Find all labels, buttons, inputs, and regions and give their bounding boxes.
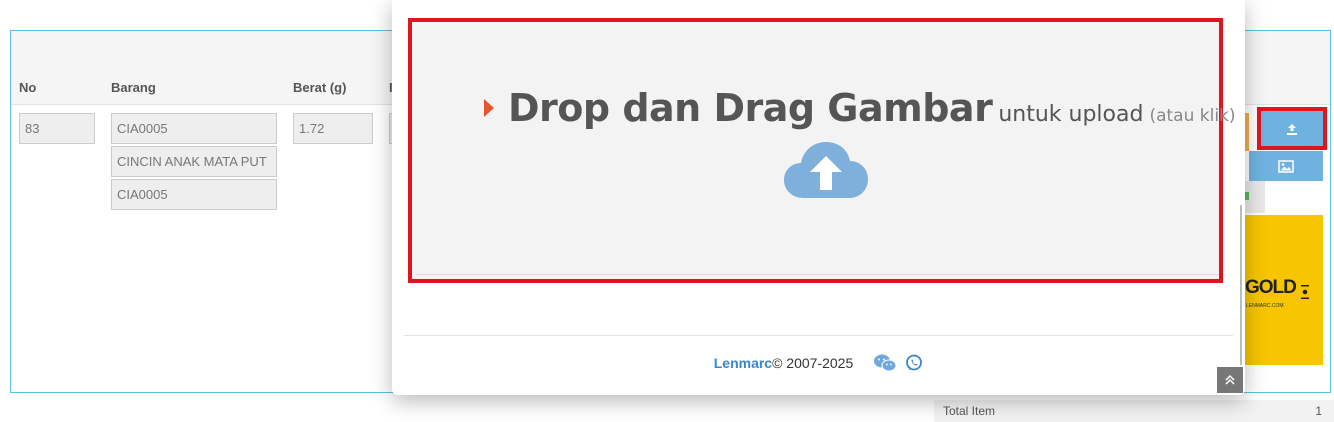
product-thumbnail[interactable]: GOLD LENMARC.COM [1245,215,1323,365]
column-header-barang: Barang [111,80,156,95]
total-item-value: 1 [1315,404,1322,418]
double-chevron-up-icon [1225,375,1235,385]
footer-divider [404,335,1233,336]
modal-scrollbar[interactable] [1240,205,1242,365]
barang-code-field[interactable]: CIA0005 [111,113,277,144]
total-item-label: Total Item [943,404,996,418]
image-button[interactable] [1249,151,1323,181]
barang-code-secondary-field[interactable]: CIA0005 [111,179,277,210]
column-header-berat: Berat (g) [293,80,347,95]
thumbnail-sub: LENMARC.COM [1246,303,1284,309]
thumbnail-menu-icon[interactable] [1301,285,1309,299]
barang-name-field[interactable]: CINCIN ANAK MATA PUT [111,146,277,177]
upload-button[interactable] [1257,107,1327,150]
dropzone-area[interactable]: Drop dan Drag Gambar untuk upload (atau … [416,22,1236,275]
whatsapp-icon[interactable] [905,354,923,372]
dropzone-message: Drop dan Drag Gambar untuk upload (atau … [484,86,1236,130]
brand-link[interactable]: Lenmarc [714,355,772,371]
action-strip [1245,113,1249,151]
footer: Lenmarc © 2007-2025 [392,354,1245,372]
dropzone-hint: (atau klik) [1149,106,1236,126]
column-header-no: No [19,80,37,95]
cloud-upload-icon [784,142,868,198]
scroll-to-top-button[interactable] [1217,367,1243,393]
copyright-text: © 2007-2025 [772,355,854,371]
dropzone-title: Drop dan Drag Gambar [508,86,993,130]
image-icon [1278,159,1294,173]
upload-icon [1287,123,1297,135]
caret-right-icon [484,99,494,117]
upload-modal: Drop dan Drag Gambar untuk upload (atau … [392,0,1245,395]
wechat-icon[interactable] [873,354,897,372]
berat-field[interactable]: 1.72 [293,113,373,144]
row-no-field[interactable]: 83 [19,113,95,144]
total-item-row: Total Item 1 [934,400,1334,422]
contact-icons [873,354,923,372]
image-dropzone[interactable]: Drop dan Drag Gambar untuk upload (atau … [408,18,1236,283]
dropzone-subtitle: untuk upload [998,102,1144,127]
thumbnail-label: GOLD [1245,277,1297,298]
